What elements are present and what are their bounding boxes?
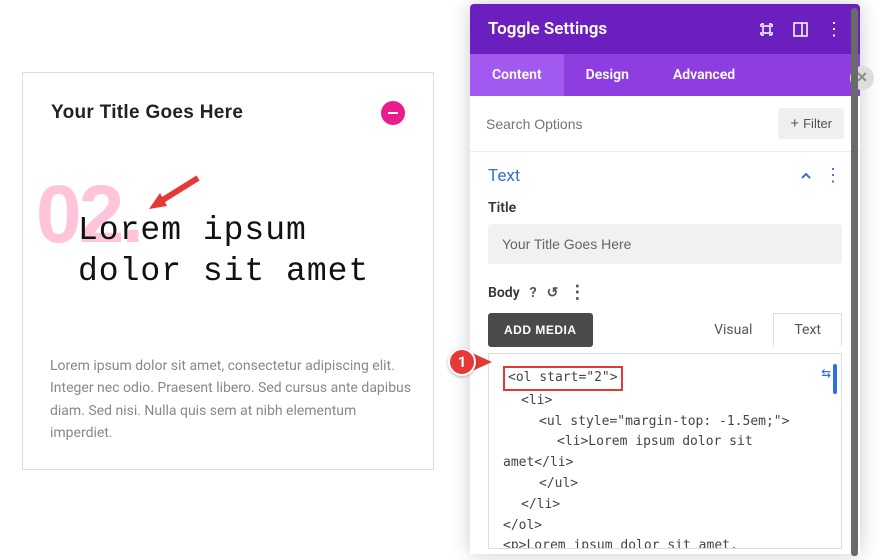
body-paragraph: Lorem ipsum dolor sit amet, consectetur … [50, 355, 412, 445]
headline-line-1: Lorem ipsum [78, 212, 307, 249]
text-section: Text ⋮ Title Body ? ↺ ⋮ ADD MEDIA Visual… [470, 152, 860, 553]
panel-header: Toggle Settings ⋮ [470, 4, 860, 54]
headline-line-2: dolor sit amet [78, 253, 369, 290]
panel-tabs: Content Design Advanced [470, 54, 860, 96]
section-header: Text ⋮ [488, 166, 842, 186]
collapse-toggle-button[interactable] [381, 101, 405, 125]
code-line-1: <ol start="2"> [503, 366, 623, 391]
card-header: Your Title Goes Here [51, 101, 405, 125]
title-field-label: Title [488, 200, 842, 216]
layout-icon[interactable] [792, 21, 808, 37]
editor-tab-visual[interactable]: Visual [693, 313, 773, 347]
code-line-2: <li> [503, 393, 552, 408]
panel-title: Toggle Settings [488, 19, 607, 39]
callout-number: 1 [448, 348, 476, 376]
help-icon[interactable]: ? [530, 285, 537, 301]
expand-editor-icon[interactable]: ⇆ [821, 360, 831, 386]
tab-content[interactable]: Content [470, 54, 564, 96]
code-line-8: <p>Lorem ipsum dolor sit amet, consectet… [503, 538, 816, 549]
code-line-5: </ul> [503, 476, 578, 491]
reset-icon[interactable]: ↺ [547, 285, 559, 301]
panel-header-actions: ⋮ [758, 21, 842, 37]
code-editor[interactable]: ⇆ <ol start="2"> <li> <ul style="margin-… [488, 353, 842, 549]
search-input[interactable] [486, 116, 778, 132]
tab-design[interactable]: Design [564, 54, 651, 96]
annotation-callout: 1 [448, 348, 492, 376]
body-more-icon[interactable]: ⋮ [568, 282, 586, 303]
headline-text: Lorem ipsum dolor sit amet [78, 210, 369, 293]
card-title: Your Title Goes Here [51, 102, 243, 124]
add-media-button[interactable]: ADD MEDIA [488, 313, 593, 347]
code-line-4: <li>Lorem ipsum dolor sit amet</li> [503, 434, 753, 470]
tab-advanced[interactable]: Advanced [651, 54, 757, 96]
settings-panel: Toggle Settings ⋮ Content Design Advance… [470, 4, 860, 554]
code-line-3: <ul style="margin-top: -1.5em;"> [503, 414, 789, 429]
expand-icon[interactable] [758, 21, 774, 37]
body-row: Body ? ↺ ⋮ [488, 282, 842, 303]
editor-scrollbar[interactable] [833, 364, 837, 394]
more-menu-icon[interactable]: ⋮ [826, 21, 842, 37]
code-line-7: </ol> [503, 518, 542, 533]
title-input[interactable] [488, 224, 842, 264]
filter-button[interactable]: +Filter [778, 108, 844, 139]
filter-label: Filter [803, 116, 832, 131]
collapse-section-icon[interactable] [800, 167, 812, 186]
editor-tab-text[interactable]: Text [773, 313, 842, 347]
section-title: Text [488, 166, 520, 186]
search-row: +Filter [470, 96, 860, 152]
section-more-icon[interactable]: ⋮ [824, 167, 842, 185]
body-field-label: Body [488, 285, 520, 301]
panel-scrollbar[interactable] [851, 8, 858, 556]
editor-tabs: Visual Text [693, 313, 842, 347]
code-line-6: </li> [503, 497, 560, 512]
section-actions: ⋮ [800, 167, 842, 186]
